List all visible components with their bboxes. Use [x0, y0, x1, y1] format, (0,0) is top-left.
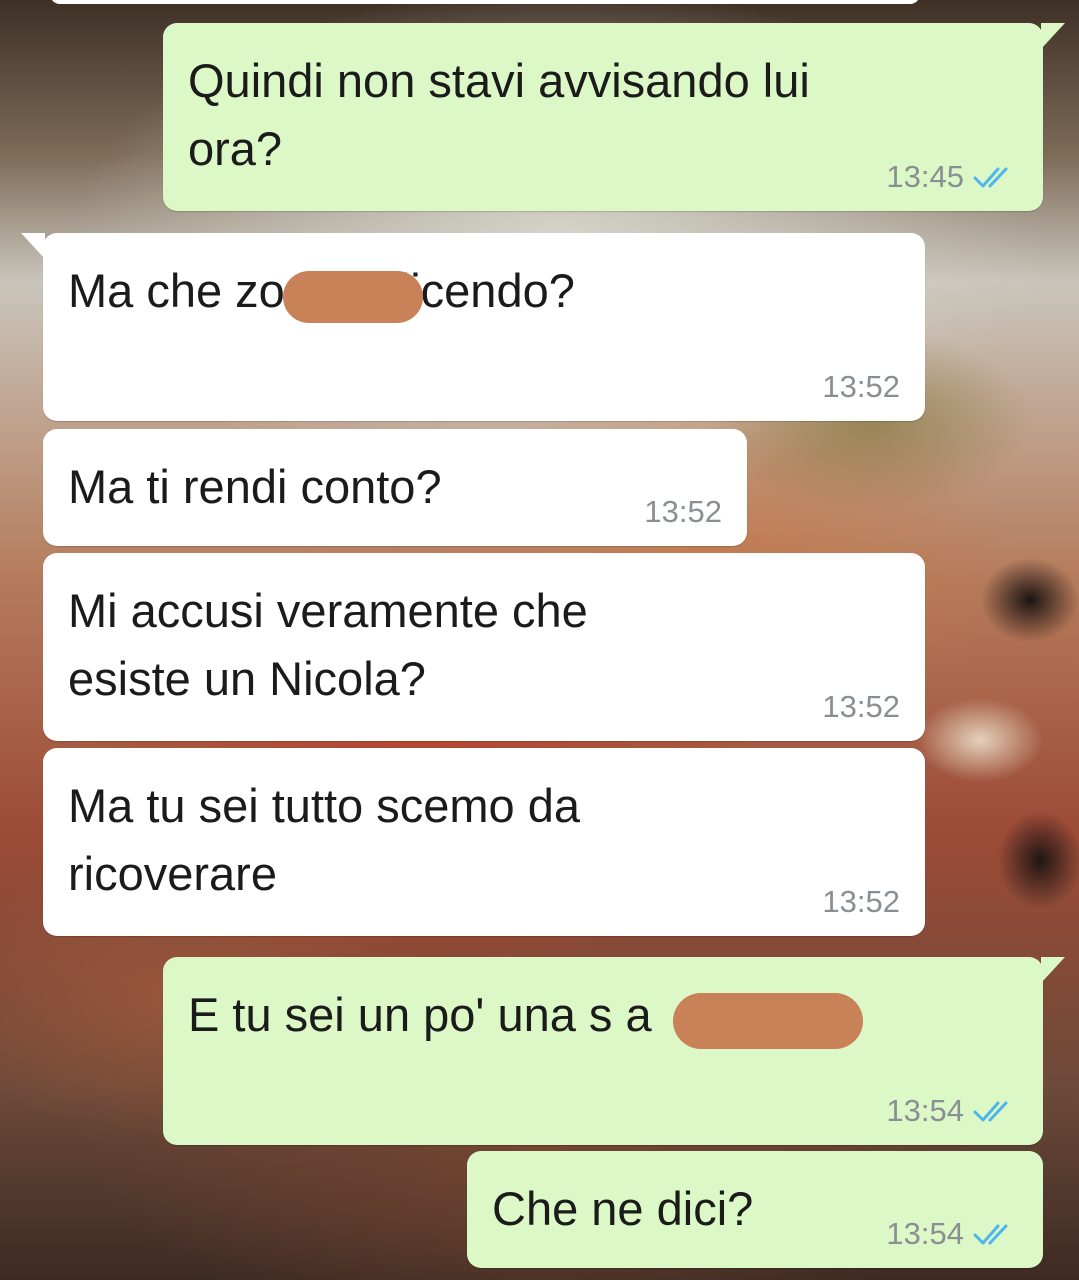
- message-meta: 13:52: [644, 492, 722, 532]
- message-time: 13:54: [886, 1093, 964, 1128]
- previous-message-edge: [50, 0, 920, 4]
- message-time: 13:54: [886, 1216, 964, 1251]
- double-check-icon: [973, 1224, 1008, 1245]
- message-bubble-outgoing[interactable]: E tu sei un po' una s a 13:54: [163, 957, 1065, 1145]
- message-bubble-incoming[interactable]: Mi accusi veramente che esiste un Nicola…: [43, 553, 925, 741]
- message-time: 13:52: [822, 884, 900, 919]
- message-time: 13:45: [886, 159, 964, 194]
- message-meta: 13:52: [822, 882, 900, 922]
- message-time: 13:52: [822, 369, 900, 404]
- message-text: Che ne dici?: [492, 1182, 754, 1235]
- message-time: 13:52: [644, 494, 722, 529]
- message-bubble-incoming[interactable]: Ma tu sei tutto scemo da ricoverare 13:5…: [43, 748, 925, 936]
- double-check-icon: [973, 167, 1008, 188]
- message-text: Ma tu sei tutto scemo da ricoverare: [68, 779, 581, 900]
- message-text: Quindi non stavi avvisando lui ora?: [188, 54, 810, 175]
- message-text: E tu sei un po' una s a: [188, 988, 652, 1041]
- bubble-tail: [1041, 957, 1065, 983]
- redaction-mark: [673, 993, 863, 1049]
- message-bubble-incoming[interactable]: Ma ti rendi conto? 13:52: [43, 429, 747, 546]
- message-meta: 13:54: [886, 1214, 1018, 1254]
- message-bubble-outgoing[interactable]: Che ne dici? 13:54: [467, 1151, 1043, 1268]
- redaction-mark: [283, 271, 423, 323]
- message-bubble-outgoing[interactable]: Quindi non stavi avvisando lui ora? 13:4…: [163, 23, 1065, 211]
- message-meta: 13:54: [886, 1091, 1018, 1131]
- double-check-icon: [973, 1101, 1008, 1122]
- message-text: Ma ti rendi conto?: [68, 460, 442, 513]
- bubble-tail: [1041, 23, 1065, 49]
- message-meta: 13:45: [886, 157, 1018, 197]
- message-meta: 13:52: [822, 687, 900, 727]
- message-text: Mi accusi veramente che esiste un Nicola…: [68, 584, 588, 705]
- bubble-tail: [21, 233, 45, 259]
- message-bubble-incoming[interactable]: Ma che zo stai dicendo? 13:52: [21, 233, 925, 421]
- message-meta: 13:52: [822, 367, 900, 407]
- message-time: 13:52: [822, 689, 900, 724]
